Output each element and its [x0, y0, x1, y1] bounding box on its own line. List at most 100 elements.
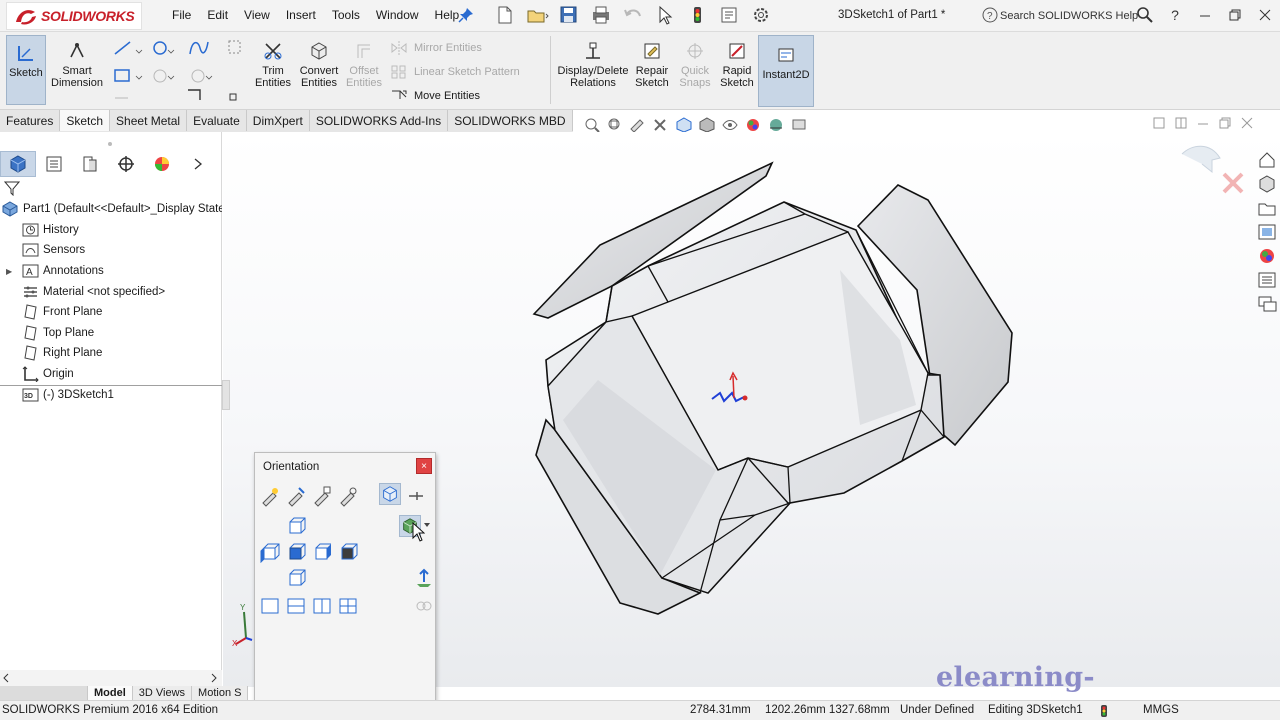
file-properties-icon[interactable] — [716, 4, 742, 26]
zoom-to-fit-icon[interactable] — [582, 116, 602, 133]
graphics-restore-icon[interactable] — [1218, 116, 1232, 130]
orientation-close-button[interactable]: × — [416, 458, 432, 474]
scroll-right-icon[interactable] — [210, 673, 218, 683]
tab-features[interactable]: Features — [0, 110, 61, 131]
link-views-icon[interactable] — [413, 595, 435, 617]
update-standard-views-icon[interactable] — [285, 485, 307, 507]
tree-horizontal-scrollbar[interactable] — [0, 670, 222, 686]
rapid-sketch-button[interactable]: Rapid Sketch — [718, 40, 756, 89]
menu-window[interactable]: Window — [368, 8, 427, 22]
zoom-to-area-icon[interactable] — [605, 116, 625, 133]
panel-splitter-handle[interactable] — [104, 136, 116, 146]
displaymanager-tab-icon[interactable] — [144, 151, 180, 177]
smart-dimension-button[interactable]: Smart Dimension — [51, 40, 103, 89]
sketch-entities-grid[interactable] — [112, 38, 242, 104]
dimxpertmanager-tab-icon[interactable] — [108, 151, 144, 177]
options-gear-icon[interactable] — [748, 4, 774, 26]
menu-insert[interactable]: Insert — [278, 8, 324, 22]
edit-appearance-icon[interactable] — [743, 116, 763, 133]
tab-scroll-buttons[interactable] — [0, 686, 88, 700]
tree-item-right-plane[interactable]: Right Plane — [0, 343, 222, 364]
section-view-icon[interactable] — [651, 116, 671, 133]
tab-sketch[interactable]: Sketch — [60, 110, 111, 131]
restore-icon[interactable] — [1220, 0, 1250, 30]
tab-solidworks-add-ins[interactable]: SOLIDWORKS Add-Ins — [309, 110, 449, 131]
offset-entities-button[interactable]: Offset Entities — [344, 40, 384, 89]
tab-sheet-metal[interactable]: Sheet Metal — [110, 110, 188, 131]
undo-icon[interactable] — [620, 4, 646, 26]
tree-item-annotations[interactable]: ▶ A Annotations — [0, 261, 222, 282]
file-explorer-icon[interactable] — [1256, 198, 1278, 218]
help-button[interactable]: ? — [1160, 0, 1190, 30]
tree-item-top-plane[interactable]: Top Plane — [0, 323, 222, 344]
tree-item-front-plane[interactable]: Front Plane — [0, 302, 222, 323]
pin-icon[interactable] — [458, 7, 474, 23]
new-document-icon[interactable] — [492, 4, 518, 26]
tab-3d-views[interactable]: 3D Views — [132, 686, 193, 700]
repair-sketch-button[interactable]: Repair Sketch — [632, 40, 672, 89]
solidworks-logo[interactable]: SOLIDWORKS — [6, 2, 142, 30]
previous-view-icon[interactable] — [628, 116, 648, 133]
new-view-icon[interactable] — [259, 485, 281, 507]
tree-root-part[interactable]: Part1 (Default<<Default>_Display State — [0, 199, 222, 220]
view-selector-icon[interactable] — [337, 485, 359, 507]
view-settings-icon[interactable] — [789, 116, 809, 133]
tab-model[interactable]: Model — [88, 686, 133, 700]
left-view-icon[interactable] — [259, 541, 281, 563]
expand-arrow-icon[interactable]: ▶ — [6, 267, 12, 276]
right-view-icon[interactable] — [311, 541, 333, 563]
close-icon[interactable] — [1250, 0, 1280, 30]
single-view-icon[interactable] — [259, 595, 281, 617]
propertymanager-tab-icon[interactable] — [36, 151, 72, 177]
save-icon[interactable] — [556, 4, 582, 26]
help-search[interactable]: ? Search SOLIDWORKS Help — [980, 5, 1164, 26]
configurationmanager-tab-icon[interactable] — [72, 151, 108, 177]
hide-show-items-icon[interactable] — [720, 116, 740, 133]
graphics-close-icon[interactable] — [1240, 116, 1254, 130]
scroll-left-icon[interactable] — [2, 673, 10, 683]
display-delete-relations-button[interactable]: Display/Delete Relations — [556, 40, 630, 89]
move-entities-button[interactable]: Move Entities — [390, 88, 480, 104]
rebuild-icon[interactable] — [684, 4, 710, 26]
graphics-minimize-icon[interactable] — [1196, 116, 1210, 130]
units-selector[interactable]: MMGS — [1143, 704, 1179, 716]
apply-scene-icon[interactable] — [766, 116, 786, 133]
select-cursor-icon[interactable] — [652, 4, 678, 26]
print-icon[interactable] — [588, 4, 614, 26]
instant2d-button[interactable]: Instant2D — [758, 35, 814, 107]
tree-item-history[interactable]: History — [0, 220, 222, 241]
mirror-entities-button[interactable]: Mirror Entities — [390, 40, 482, 56]
tree-item-3dsketch1[interactable]: 3D (-) 3DSketch1 — [0, 384, 222, 405]
two-view-horizontal-icon[interactable] — [285, 595, 307, 617]
two-view-vertical-icon[interactable] — [311, 595, 333, 617]
trim-entities-button[interactable]: Trim Entities — [252, 40, 294, 89]
rebuild-status-icon[interactable] — [1098, 704, 1110, 718]
search-icon[interactable] — [1136, 6, 1154, 24]
tree-item-sensors[interactable]: Sensors — [0, 240, 222, 261]
view-orientation-icon[interactable] — [674, 116, 694, 133]
design-library-icon[interactable] — [1256, 174, 1278, 194]
view-palette-icon[interactable] — [1256, 222, 1278, 242]
quick-snaps-button[interactable]: Quick Snaps — [676, 40, 714, 89]
filter-icon[interactable] — [4, 180, 20, 196]
forum-icon[interactable] — [1256, 294, 1278, 314]
featuremanager-tab-icon[interactable] — [0, 151, 36, 177]
front-view-icon[interactable] — [285, 541, 307, 563]
display-style-icon[interactable] — [697, 116, 717, 133]
back-face-view-icon[interactable] — [337, 541, 359, 563]
tab-solidworks-mbd[interactable]: SOLIDWORKS MBD — [448, 110, 573, 131]
tab-dimxpert[interactable]: DimXpert — [246, 110, 310, 131]
more-tabs-chevron-icon[interactable] — [180, 151, 216, 177]
back-view-icon[interactable] — [285, 515, 307, 537]
graphics-split-icon[interactable] — [1174, 116, 1188, 130]
menu-tools[interactable]: Tools — [324, 8, 368, 22]
minimize-icon[interactable] — [1190, 0, 1220, 30]
menu-file[interactable]: File — [164, 8, 199, 22]
bottom-view-icon[interactable] — [285, 567, 307, 589]
pin-dialog-icon[interactable] — [405, 485, 427, 507]
linear-sketch-pattern-button[interactable]: Linear Sketch Pattern — [390, 64, 520, 80]
convert-entities-button[interactable]: Convert Entities — [296, 40, 342, 89]
menu-edit[interactable]: Edit — [199, 8, 236, 22]
tree-item-material[interactable]: Material <not specified> — [0, 281, 222, 302]
tree-item-origin[interactable]: Origin — [0, 364, 222, 385]
